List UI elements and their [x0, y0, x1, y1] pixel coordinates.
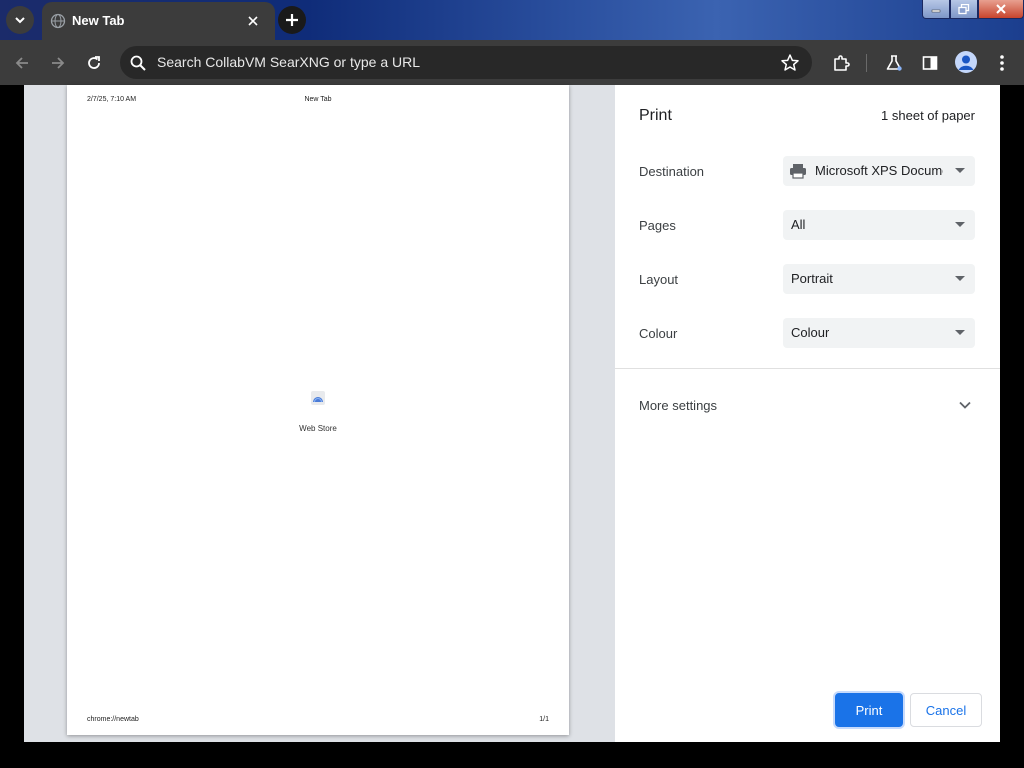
extensions-button[interactable]: [829, 51, 853, 75]
toolbar-separator: [866, 54, 867, 72]
browser-toolbar: Search CollabVM SearXNG or type a URL: [0, 40, 1024, 85]
colour-select[interactable]: Colour: [783, 318, 975, 348]
tab-search-button[interactable]: [6, 6, 34, 34]
bookmark-star-icon[interactable]: [780, 53, 800, 73]
pages-value: All: [791, 217, 806, 232]
puzzle-icon: [834, 55, 850, 71]
arrow-right-icon: [52, 57, 65, 69]
search-icon: [130, 55, 146, 71]
chevron-down-icon: [959, 401, 971, 409]
minimize-icon: [931, 9, 941, 13]
reload-button[interactable]: [82, 51, 106, 75]
layout-select[interactable]: Portrait: [783, 264, 975, 294]
title-bar: New Tab: [0, 0, 1024, 40]
chevron-down-icon: [15, 17, 25, 24]
printer-icon: [790, 164, 806, 179]
labs-button[interactable]: [882, 51, 906, 75]
page-footer-url: chrome://newtab: [87, 716, 139, 723]
kebab-menu-icon: [1000, 55, 1004, 71]
profile-avatar[interactable]: [955, 51, 977, 73]
print-dialog-title: Print: [639, 107, 672, 124]
address-bar[interactable]: Search CollabVM SearXNG or type a URL: [120, 46, 812, 79]
close-icon: [996, 4, 1006, 14]
web-store-icon: [311, 391, 325, 405]
print-button[interactable]: Print: [835, 693, 903, 727]
profile-icon: [958, 55, 974, 70]
back-button[interactable]: [10, 51, 34, 75]
side-panel-button[interactable]: [918, 51, 942, 75]
pages-label: Pages: [639, 218, 676, 233]
close-window-button[interactable]: [978, 0, 1024, 19]
layout-label: Layout: [639, 272, 679, 287]
more-settings-toggle[interactable]: More settings: [615, 385, 1000, 425]
dropdown-arrow-icon: [955, 222, 965, 227]
layout-value: Portrait: [791, 271, 833, 286]
dropdown-arrow-icon: [955, 330, 965, 335]
destination-value: Microsoft XPS Docume: [815, 163, 943, 178]
dropdown-arrow-icon: [955, 168, 965, 173]
close-icon: [248, 16, 258, 26]
settings-divider: [615, 368, 1000, 369]
more-settings-label: More settings: [639, 398, 718, 413]
globe-icon: [50, 13, 66, 29]
side-panel-icon: [922, 56, 938, 70]
destination-select[interactable]: Microsoft XPS Docume: [783, 156, 975, 186]
web-store-label: Web Store: [299, 424, 337, 433]
dropdown-arrow-icon: [955, 276, 965, 281]
forward-button[interactable]: [46, 51, 70, 75]
taskbar-strip: [0, 742, 1024, 768]
pages-select[interactable]: All: [783, 210, 975, 240]
browser-menu-button[interactable]: [990, 51, 1014, 75]
cancel-button[interactable]: Cancel: [910, 693, 982, 727]
colour-label: Colour: [639, 326, 678, 341]
tab-close-button[interactable]: [243, 11, 263, 31]
restore-button[interactable]: [950, 0, 978, 19]
arrow-left-icon: [15, 57, 28, 69]
restore-icon: [958, 3, 970, 14]
window-controls: [922, 0, 1024, 20]
destination-label: Destination: [639, 164, 705, 179]
preview-page: 2/7/25, 7:10 AM New Tab Web Store chrome…: [67, 85, 569, 735]
page-header-title: New Tab: [304, 96, 332, 103]
address-bar-placeholder: Search CollabVM SearXNG or type a URL: [157, 54, 420, 70]
reload-icon: [88, 56, 100, 69]
new-tab-button[interactable]: [278, 6, 306, 34]
print-settings-panel: Print 1 sheet of paper Destination Micro…: [615, 85, 1000, 742]
sheet-count: 1 sheet of paper: [881, 108, 975, 123]
plus-icon: [286, 14, 298, 26]
flask-icon: [886, 55, 902, 71]
page-footer-page-number: 1/1: [539, 716, 549, 723]
print-preview-area: 2/7/25, 7:10 AM New Tab Web Store chrome…: [24, 85, 615, 742]
minimize-button[interactable]: [922, 0, 950, 19]
colour-value: Colour: [791, 325, 830, 340]
tab-title: New Tab: [72, 13, 125, 28]
tab-new-tab[interactable]: New Tab: [42, 2, 275, 40]
